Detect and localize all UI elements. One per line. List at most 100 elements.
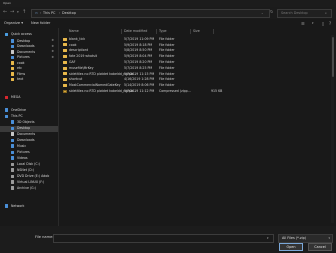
cancel-button[interactable]: Cancel	[308, 243, 332, 251]
search-input[interactable]: Search Desktop ⌕	[277, 9, 332, 18]
column-name-header[interactable]: Name	[69, 29, 79, 33]
nav-item-videos[interactable]: Videos	[0, 155, 58, 161]
this-pc-icon: ▭	[35, 11, 38, 15]
file-name-label: File name:	[35, 235, 54, 239]
window-title: Open	[3, 1, 12, 5]
breadcrumb-this-pc[interactable]: This PC	[43, 11, 55, 15]
forward-arrow-icon[interactable]: →	[10, 10, 14, 15]
nav-item-nsnet-d[interactable]: NSNet (D:)	[0, 167, 58, 173]
view-options-icon[interactable]: ☰	[301, 21, 305, 26]
nav-item-label: cook	[17, 60, 25, 65]
file-date: 5/7/2019 8:25 PM	[124, 65, 153, 70]
nav-item-documents[interactable]: Documents	[0, 131, 58, 137]
file-name-input[interactable]: ▾	[53, 234, 274, 243]
view-chevron-icon[interactable]: ▾	[312, 22, 314, 25]
video-icon	[11, 156, 15, 160]
back-arrow-icon[interactable]: ←	[3, 10, 7, 15]
file-type: File folder	[159, 54, 175, 59]
recent-locations-chevron-icon[interactable]: ▾	[17, 10, 19, 15]
breadcrumb-desktop[interactable]: Desktop	[62, 11, 76, 15]
cancel-button-label: Cancel	[314, 244, 326, 249]
column-size-header[interactable]: Size	[193, 29, 200, 33]
nav-item-label: OneDrive	[11, 107, 26, 112]
nav-item-label: Desktop	[17, 126, 31, 131]
pin-icon: ✱	[51, 43, 54, 48]
column-divider[interactable]	[213, 29, 214, 34]
file-date: 5/7/2019 11:09 PM	[124, 36, 155, 41]
file-row[interactable]: blank_tick 5/7/2019 11:09 PM File folder	[59, 37, 279, 43]
nav-item-label: Documents	[17, 131, 36, 136]
vertical-scrollbar[interactable]	[331, 35, 334, 223]
file-type: File folder	[159, 48, 175, 53]
folder-icon	[11, 77, 15, 82]
chevron-down-icon[interactable]: ⌄	[261, 12, 264, 15]
file-type: File folder	[159, 60, 175, 65]
help-icon[interactable]: ?	[329, 21, 331, 26]
folder-icon	[63, 78, 67, 82]
document-icon	[11, 50, 15, 54]
folder-icon	[11, 66, 15, 71]
file-type: File folder	[159, 71, 175, 76]
file-row[interactable]: sidetitles no RTD plotdet kabeldd_ngraw.…	[59, 89, 279, 95]
file-type: File folder	[159, 42, 175, 47]
column-date-header[interactable]: Date modified	[124, 29, 147, 33]
title-bar: Open	[0, 0, 336, 7]
file-type-value: All Files (*.zip)	[282, 236, 307, 240]
pin-icon: ✱	[51, 38, 54, 43]
column-divider[interactable]	[121, 29, 122, 34]
nav-item-onedrive[interactable]: OneDrive	[0, 107, 58, 113]
search-icon: ⌕	[325, 11, 327, 15]
column-divider[interactable]	[190, 29, 191, 34]
file-name-dropdown-chevron-icon[interactable]: ▾	[267, 237, 269, 240]
nav-item-archive-g[interactable]: Archive (G:)	[0, 185, 58, 191]
cube-icon	[11, 120, 15, 124]
file-row[interactable]: musefile\MrKey 5/7/2019 8:25 PM File folde…	[59, 66, 279, 72]
nav-item-label: MEGA	[11, 95, 21, 100]
nav-item-mega[interactable]: MEGA	[0, 95, 58, 101]
scrollbar-thumb[interactable]	[331, 37, 334, 77]
nav-item-label: Music	[17, 143, 27, 148]
file-name: musefile\MrKey	[69, 65, 94, 70]
document-icon	[11, 132, 15, 136]
computer-icon	[5, 114, 9, 119]
file-type-select[interactable]: All Files (*.zip) ▾	[278, 234, 333, 243]
music-icon	[11, 144, 15, 148]
file-row[interactable]: GAF 5/7/2019 8:20 PM File folder	[59, 60, 279, 66]
breadcrumb[interactable]: ▭ › This PC › Desktop ⌄	[31, 9, 270, 18]
column-headers: Name Date modified Type Size	[59, 28, 336, 35]
nav-item-label: Pictures	[17, 55, 30, 60]
nav-item-label: text	[17, 77, 24, 82]
nav-item-music[interactable]: Music	[0, 143, 58, 149]
nav-item-label: Quick access	[11, 32, 32, 37]
refresh-icon[interactable]: ↻	[270, 10, 273, 14]
nav-item-label: Downloads	[17, 44, 35, 49]
chevron-down-icon: ▾	[328, 235, 330, 240]
new-folder-button[interactable]: New folder	[31, 21, 50, 26]
details-pane-icon[interactable]: ▯	[322, 21, 324, 26]
file-row[interactable]: sidetitles no RTD plotdet kabeldd_ngraw.…	[59, 71, 279, 77]
address-bar-row: ← → ▾ ↑ ▭ › This PC › Desktop ⌄ ↻ Search…	[0, 7, 336, 19]
column-divider[interactable]	[156, 29, 157, 34]
file-type: File folder	[159, 65, 175, 70]
folder-icon	[63, 43, 67, 47]
nav-item-network[interactable]: Network	[0, 203, 58, 209]
file-name: descriptiont	[69, 48, 88, 53]
column-type-header[interactable]: Type	[159, 29, 167, 33]
folder-icon	[63, 49, 67, 53]
mega-icon	[5, 95, 9, 100]
open-button[interactable]: Open	[279, 243, 303, 251]
file-row[interactable]: shortcut 4/16/2019 1:28 PM File folder	[59, 77, 279, 83]
nav-item-quick-access[interactable]: Quick access	[0, 32, 58, 38]
cloud-icon	[5, 108, 9, 112]
nav-item-text[interactable]: text	[0, 77, 58, 83]
nav-item-3d-objects[interactable]: 3D Objects	[0, 119, 58, 125]
nav-item-label: Virtual LINUX (F:)	[17, 179, 45, 184]
file-row[interactable]: fate 2019 whatsit 5/9/2019 8:04 PM File fo…	[59, 54, 279, 60]
file-date: 5/9/2019 8:04 PM	[124, 54, 153, 59]
organize-button[interactable]: Organize ▾	[4, 21, 23, 26]
file-row[interactable]: descriptiont 5/8/2019 8:50 PM File folder	[59, 48, 279, 54]
up-arrow-icon[interactable]: ↑	[22, 10, 26, 15]
file-row[interactable]: MostCommercialNamedGateKey 5/14/2019 8:06…	[59, 83, 279, 89]
file-row[interactable]: cook 5/9/2019 8:18 PM File folder	[59, 42, 279, 48]
folder-icon	[63, 37, 67, 41]
